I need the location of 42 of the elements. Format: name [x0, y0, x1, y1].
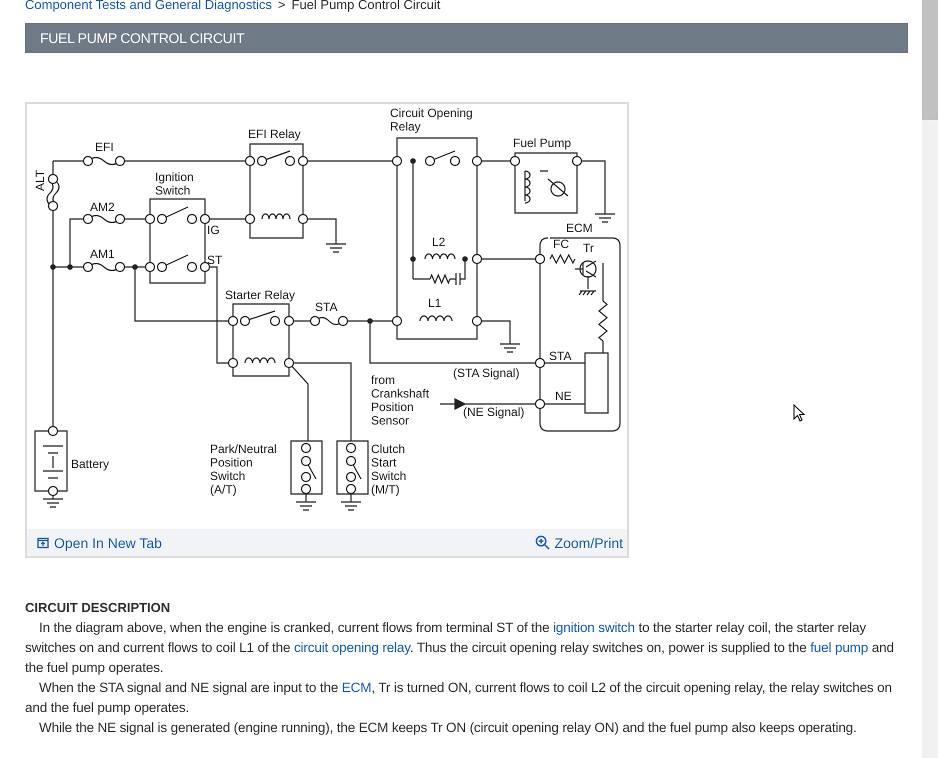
paragraph: When the STA signal and NE signal are input to the ECM, Tr is turned ON, current flows to coil L2 of the circuit opening relay, the relay switches on and the fuel pump operates. — [25, 679, 893, 717]
diagram-label: ALT — [33, 170, 47, 191]
scrollbar[interactable] — [922, 0, 938, 758]
open-in-new-tab-link[interactable]: Open In New Tab — [37, 534, 162, 550]
diagram-label: Park/Neutral Position Switch (A/T) — [210, 442, 277, 496]
paragraph: In the diagram above, when the engine is cranked, current flows from terminal ST of the ignition switch to the starter relay coil, the starter relay switches on and current flows to coil L1 of the circuit opening relay. Thus the circuit opening relay switches on, power is supplied to the fuel pump and the fuel pump operates. — [25, 619, 895, 677]
diagram-label: EFI — [95, 140, 114, 154]
scrollbar-thumb[interactable] — [922, 0, 938, 120]
diagram-label: (STA Signal) — [453, 366, 520, 380]
diagram-label: FC — [553, 237, 569, 251]
diagram-label: AM2 — [90, 200, 115, 214]
diagram-label: Circuit Opening Relay — [390, 106, 473, 134]
section-heading: FUEL PUMP CONTROL CIRCUIT — [25, 23, 908, 53]
diagram-label: L2 — [432, 235, 446, 249]
diagram-label: Clutch Start Switch (M/T) — [371, 442, 406, 496]
new-tab-icon — [37, 536, 49, 548]
breadcrumb-separator: > — [278, 0, 286, 12]
diagram-label: Tr — [583, 241, 594, 255]
diagram-label: Battery — [71, 457, 110, 471]
diagram-label: ECM — [566, 221, 593, 235]
diagram-label: STA — [549, 349, 572, 363]
section-title: CIRCUIT DESCRIPTION — [25, 599, 172, 617]
zoom-in-icon — [534, 535, 550, 550]
diagram-label: NE — [555, 389, 572, 403]
diagram-label: (NE Signal) — [463, 405, 524, 419]
text-link[interactable]: ECM — [342, 680, 372, 695]
paragraph: While the NE signal is generated (engine running), the ECM keeps Tr ON (circuit opening relay ON) and the fuel pump also keeps operating. — [38, 719, 858, 737]
diagram-label: L1 — [428, 296, 442, 310]
diagram-label: EFI Relay — [248, 127, 301, 141]
diagram-label: IG — [207, 223, 220, 237]
text-link[interactable]: fuel pump — [810, 640, 868, 655]
diagram-label: Ignition Switch — [155, 170, 194, 198]
text-link[interactable]: ignition switch — [553, 620, 635, 635]
diagram-label: AM1 — [90, 247, 115, 261]
text-link[interactable]: circuit opening relay — [294, 640, 410, 655]
diagram-label: from Crankshaft Position Sensor — [371, 373, 430, 428]
mouse-cursor-icon — [793, 404, 805, 422]
diagram-label: STA — [315, 300, 338, 314]
zoom-print-link[interactable]: Zoom/Print — [534, 534, 623, 550]
diagram-label: Starter Relay — [225, 288, 296, 302]
diagram-label: Fuel Pump — [513, 136, 572, 150]
diagram-label: ST — [207, 253, 222, 267]
